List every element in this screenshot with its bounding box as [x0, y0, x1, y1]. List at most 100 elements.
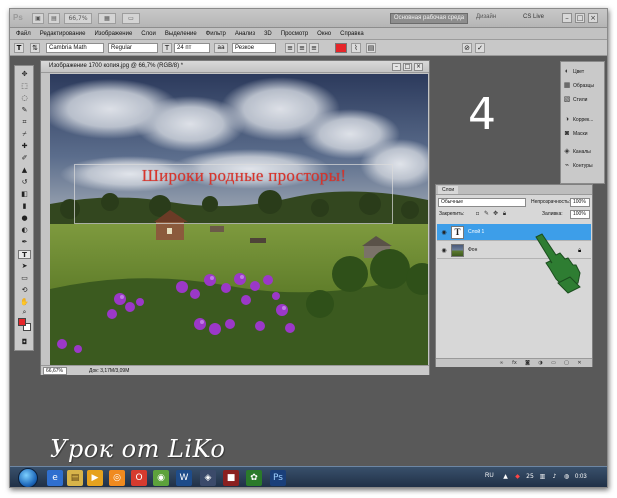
font-size-select[interactable]: 24 пт [174, 43, 210, 53]
opacity-field[interactable]: 100% [570, 198, 590, 207]
menu-image[interactable]: Изображение [94, 28, 132, 39]
maximize-icon[interactable]: □ [575, 13, 585, 23]
explorer-folder-icon[interactable]: ▤ [67, 470, 83, 486]
commit-check-icon[interactable]: ✓ [475, 43, 485, 53]
layer-name[interactable]: Фон [468, 247, 477, 253]
add-mask-icon[interactable]: ◙ [524, 360, 531, 367]
new-group-icon[interactable]: ▭ [550, 360, 557, 367]
dock-paths[interactable]: ⌁ Контуры [563, 160, 605, 172]
app-icon-9[interactable]: ■ [223, 470, 239, 486]
stamp-tool-icon[interactable]: ▲ [18, 166, 31, 175]
visibility-eye-icon[interactable]: ◉ [440, 247, 448, 254]
lock-transparent-icon[interactable]: ▫ [474, 210, 481, 217]
3d-rotate-tool-icon[interactable]: ⟲ [18, 286, 31, 295]
dock-channels[interactable]: ◈ Каналы [563, 146, 605, 158]
align-center-icon[interactable]: ≡ [297, 43, 307, 53]
ie-browser-icon[interactable]: e [47, 470, 63, 486]
marquee-tool-icon[interactable]: ⬚ [18, 82, 31, 91]
menu-3d[interactable]: 3D [264, 28, 272, 39]
photoshop-taskbar-icon[interactable]: Ps [270, 470, 286, 486]
font-style-select[interactable]: Regular [108, 43, 158, 53]
app-icon-10[interactable]: ✿ [246, 470, 262, 486]
link-layers-icon[interactable]: ∞ [498, 360, 505, 367]
new-layer-icon[interactable]: ▢ [563, 360, 570, 367]
hand-tool-icon[interactable]: ✋ [18, 298, 31, 307]
delete-layer-icon[interactable]: ✕ [576, 360, 583, 367]
word-icon[interactable]: W [176, 470, 192, 486]
pen-tool-icon[interactable]: ✒ [18, 238, 31, 247]
eyedropper-tool-icon[interactable]: ⌿ [18, 130, 31, 139]
path-select-tool-icon[interactable]: ➤ [18, 262, 31, 271]
language-indicator[interactable]: RU [485, 473, 494, 479]
tray-misc-icon[interactable]: ◍ [562, 472, 571, 481]
text-color-swatch[interactable] [335, 43, 347, 53]
menu-window[interactable]: Окно [317, 28, 331, 39]
dodge-tool-icon[interactable]: ◐ [18, 226, 31, 235]
layers-tab[interactable]: Слои [438, 186, 459, 194]
volume-icon[interactable]: ♪ [550, 472, 559, 481]
doc-close-icon[interactable]: × [414, 63, 423, 71]
tray-arrow-icon[interactable]: ▲ [501, 472, 510, 481]
menu-file[interactable]: Файл [16, 28, 31, 39]
layer-style-icon[interactable]: fx [511, 360, 518, 367]
antialias-select[interactable]: Резкое [232, 43, 276, 53]
menu-help[interactable]: Справка [340, 28, 364, 39]
close-icon[interactable]: × [588, 13, 598, 23]
warp-text-icon[interactable]: ⌇ [351, 43, 361, 53]
text-tool-icon[interactable]: T [18, 250, 31, 259]
status-document-size[interactable]: Док: 3,17M/3,09M [89, 367, 129, 375]
crop-tool-icon[interactable]: ⌗ [18, 118, 31, 127]
document-title-bar[interactable]: Изображение 1700 копия.jpg @ 66,7% (RGB/… [41, 61, 429, 73]
doc-minimize-icon[interactable]: – [392, 63, 401, 71]
eraser-tool-icon[interactable]: ◧ [18, 190, 31, 199]
workspace-button[interactable]: Основная рабочая среда [390, 13, 468, 24]
layer-name[interactable]: Слой 1 [468, 229, 484, 235]
zoom-level-dropdown[interactable]: 66,7% [64, 13, 92, 24]
menu-view[interactable]: Просмотр [281, 28, 308, 39]
blend-mode-select[interactable]: Обычные [438, 198, 526, 207]
dock-adjustments[interactable]: ◑ Коррек... [563, 114, 605, 126]
image-heading-text[interactable]: Широки родные просторы! [74, 166, 414, 186]
healing-tool-icon[interactable]: ✚ [18, 142, 31, 151]
lock-all-icon[interactable]: 🔒︎ [501, 210, 508, 217]
align-right-icon[interactable]: ≡ [309, 43, 319, 53]
screen-mode-icon[interactable]: ▭ [122, 13, 140, 24]
font-family-select[interactable]: Cambria Math [46, 43, 104, 53]
chrome-icon[interactable]: ◉ [153, 470, 169, 486]
image-canvas[interactable]: Широки родные просторы! [50, 74, 428, 365]
minimize-icon[interactable]: – [562, 13, 572, 23]
align-left-icon[interactable]: ≡ [285, 43, 295, 53]
clock[interactable]: 0:03 [575, 474, 587, 480]
dock-color[interactable]: ◐ Цвет [563, 66, 605, 78]
start-button-icon[interactable] [18, 468, 38, 487]
history-brush-tool-icon[interactable]: ↺ [18, 178, 31, 187]
menu-filter[interactable]: Фильтр [206, 28, 226, 39]
type-tool-icon[interactable]: T [14, 43, 24, 53]
shape-tool-icon[interactable]: ▭ [18, 274, 31, 283]
dock-masks[interactable]: ◙ Маски [563, 128, 605, 140]
app-icon-8[interactable]: ◈ [200, 470, 216, 486]
menu-analysis[interactable]: Анализ [235, 28, 255, 39]
status-zoom-field[interactable]: 66,67% [43, 367, 67, 375]
cs-live-button[interactable]: CS Live [523, 14, 544, 20]
foreground-color-swatch[interactable] [18, 318, 26, 326]
gradient-tool-icon[interactable]: ▮ [18, 202, 31, 211]
doc-maximize-icon[interactable]: □ [403, 63, 412, 71]
minibridge-icon[interactable]: ▤ [48, 13, 60, 24]
layers-panel-header[interactable]: Слои [436, 185, 592, 195]
character-panel-icon[interactable]: ▤ [366, 43, 376, 53]
network-icon[interactable]: ▥ [538, 472, 547, 481]
menu-layers[interactable]: Слои [141, 28, 156, 39]
tray-number[interactable]: 25 [525, 472, 535, 481]
media-player-icon[interactable]: ▶ [87, 470, 103, 486]
cancel-icon[interactable]: ⊘ [462, 43, 472, 53]
dock-styles[interactable]: ▧ Стили [563, 94, 605, 106]
quick-select-tool-icon[interactable]: ✎ [18, 106, 31, 115]
lock-pixels-icon[interactable]: ✎ [483, 210, 490, 217]
arrange-documents-icon[interactable]: ▦ [98, 13, 116, 24]
orientation-icon[interactable]: ⇅ [30, 43, 40, 53]
design-workspace-link[interactable]: Дизайн [476, 14, 496, 20]
opera-icon[interactable]: O [131, 470, 147, 486]
blur-tool-icon[interactable]: ● [18, 214, 31, 223]
fill-field[interactable]: 100% [570, 210, 590, 219]
